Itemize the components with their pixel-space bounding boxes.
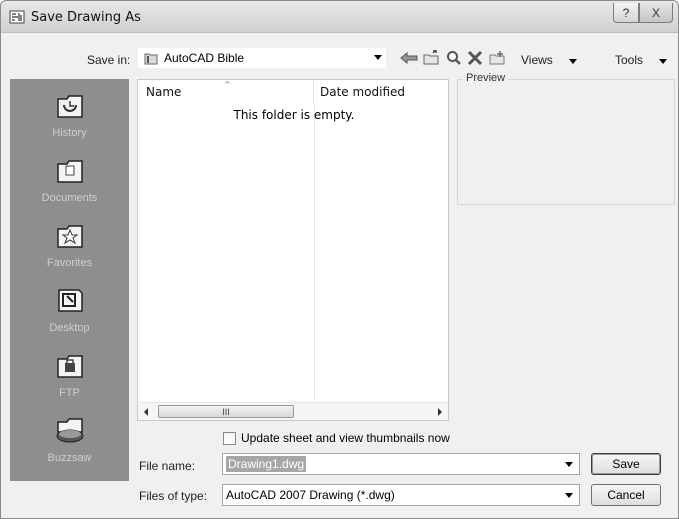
sort-ascending-icon: ^ — [224, 80, 231, 89]
scroll-right-icon[interactable] — [438, 408, 442, 416]
place-history[interactable]: History — [10, 81, 129, 145]
update-thumbnails-checkbox[interactable] — [223, 431, 236, 445]
create-new-folder-button[interactable] — [487, 47, 507, 69]
place-buzzsaw[interactable]: Buzzsaw — [10, 406, 129, 470]
delete-button[interactable] — [465, 47, 485, 69]
title-bar[interactable]: Save Drawing As ? X — [1, 1, 678, 33]
save-button[interactable]: Save — [591, 453, 661, 475]
scroll-left-icon[interactable] — [144, 408, 148, 416]
scrollbar-grip-icon: III — [222, 406, 230, 417]
back-arrow-icon — [400, 51, 418, 65]
back-button[interactable] — [399, 47, 419, 69]
place-documents[interactable]: Documents — [10, 146, 129, 210]
history-icon — [56, 95, 83, 118]
ftp-icon — [56, 355, 83, 378]
tools-menu-button[interactable]: Tools — [615, 53, 643, 67]
save-in-dropdown[interactable]: AutoCAD Bible — [137, 47, 387, 69]
preview-pane — [457, 79, 675, 205]
file-type-select[interactable]: AutoCAD 2007 Drawing (*.dwg) — [222, 484, 580, 506]
place-desktop[interactable]: Desktop — [10, 276, 129, 340]
column-header-name-label: Name — [146, 85, 182, 99]
update-thumbnails-label: Update sheet and view thumbnails now — [241, 431, 450, 445]
delete-icon — [467, 50, 483, 66]
views-chevron-down-icon[interactable] — [569, 59, 577, 64]
new-folder-icon — [489, 51, 505, 65]
help-button[interactable]: ? — [613, 3, 639, 23]
folder-icon — [144, 53, 158, 64]
update-thumbnails-option[interactable]: Update sheet and view thumbnails now — [223, 431, 450, 445]
places-bar: History Documents Favorites Desktop FTP … — [10, 79, 129, 481]
save-in-label: Save in: — [87, 53, 131, 67]
cancel-button-label: Cancel — [607, 488, 645, 502]
search-icon — [447, 51, 461, 65]
place-label: Documents — [41, 192, 98, 204]
place-label: Desktop — [49, 322, 90, 334]
place-label: Buzzsaw — [47, 452, 92, 464]
buzzsaw-icon — [56, 418, 83, 443]
scrollbar-thumb[interactable]: III — [158, 405, 294, 418]
desktop-icon — [57, 289, 83, 312]
file-name-input-value[interactable]: Drawing1.dwg — [226, 456, 307, 472]
chevron-down-icon[interactable] — [565, 462, 573, 467]
place-label: FTP — [59, 387, 80, 399]
window-title: Save Drawing As — [31, 10, 141, 25]
horizontal-scrollbar[interactable]: III — [138, 402, 448, 420]
save-in-value: AutoCAD Bible — [164, 51, 245, 65]
save-drawing-dialog: Save Drawing As ? X Save in: AutoCAD Bib… — [0, 0, 679, 519]
file-name-label: File name: — [139, 459, 196, 473]
close-icon: X — [651, 5, 660, 20]
favorites-icon — [56, 225, 83, 248]
chevron-down-icon[interactable] — [565, 493, 573, 498]
search-web-button[interactable] — [444, 47, 464, 69]
up-one-level-button[interactable] — [421, 47, 441, 69]
autocad-app-icon — [9, 10, 25, 24]
chevron-down-icon — [374, 55, 382, 60]
place-ftp[interactable]: FTP — [10, 341, 129, 405]
file-name-combo[interactable]: Drawing1.dwg — [222, 453, 580, 475]
help-icon: ? — [622, 5, 630, 20]
save-button-label: Save — [612, 457, 640, 471]
file-type-label: Files of type: — [139, 489, 208, 503]
column-header-date-modified[interactable]: Date modified — [314, 80, 448, 104]
place-favorites[interactable]: Favorites — [10, 211, 129, 275]
empty-folder-message: This folder is empty. — [233, 108, 355, 122]
place-label: Favorites — [46, 257, 93, 269]
column-header-date-label: Date modified — [320, 85, 406, 99]
preview-label: Preview — [463, 72, 509, 84]
file-type-value: AutoCAD 2007 Drawing (*.dwg) — [226, 488, 395, 502]
place-label: History — [52, 127, 87, 139]
file-list[interactable]: Name ^ Date modified This folder is empt… — [137, 79, 449, 421]
column-header-name[interactable]: Name ^ — [138, 80, 314, 104]
cancel-button[interactable]: Cancel — [591, 484, 661, 506]
close-button[interactable]: X — [639, 3, 673, 23]
column-divider — [314, 104, 315, 400]
tools-chevron-down-icon[interactable] — [659, 59, 667, 64]
views-menu-button[interactable]: Views — [521, 53, 553, 67]
up-folder-icon — [423, 50, 439, 65]
documents-icon — [56, 160, 83, 183]
